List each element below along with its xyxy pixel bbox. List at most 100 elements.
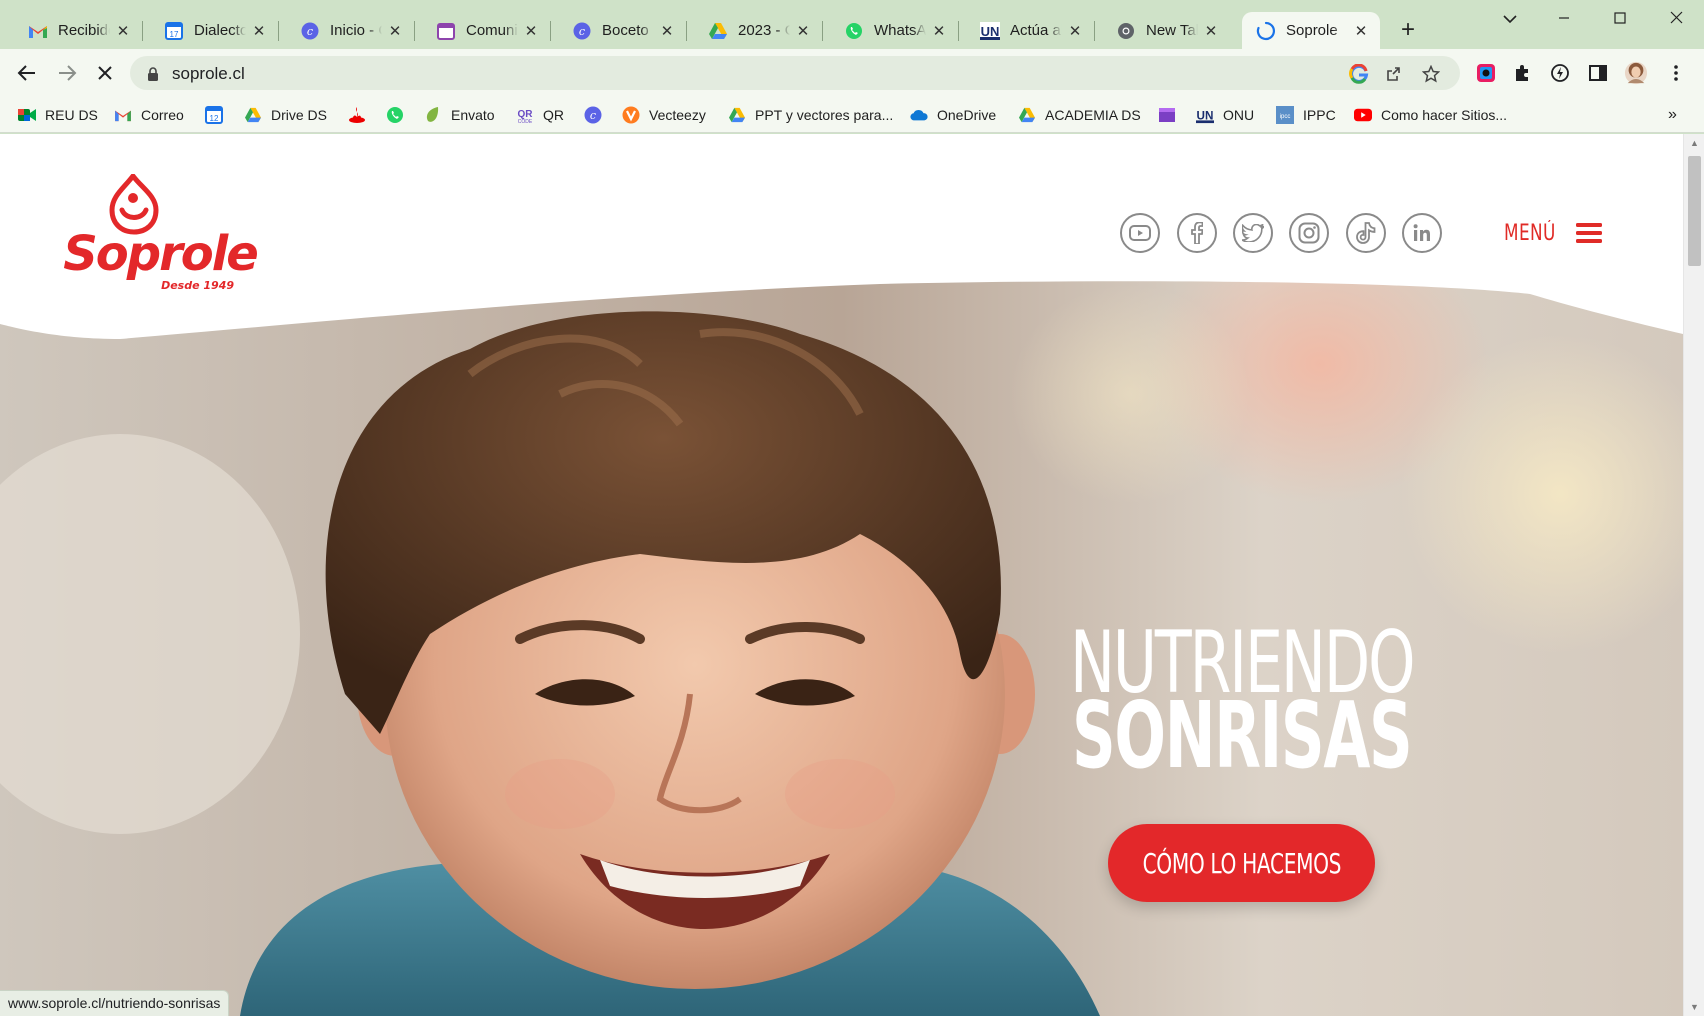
- tab-new-tab[interactable]: New Tab ✕: [1102, 12, 1230, 49]
- maximize-button[interactable]: [1604, 8, 1636, 32]
- bookmark-onu[interactable]: UN ONU: [1196, 104, 1254, 126]
- hamburger-menu-icon: [1576, 223, 1602, 243]
- arrow-right-icon: [59, 65, 77, 81]
- tab-separator: [822, 21, 823, 41]
- bookmark-label: Drive DS: [271, 107, 328, 123]
- close-icon: [1670, 11, 1682, 24]
- bookmark-como-hacer-sitios[interactable]: Como hacer Sitios...: [1354, 104, 1507, 126]
- bookmark-label: PPT y vectores para...: [755, 107, 894, 123]
- clapper-icon: [1158, 106, 1176, 124]
- bookmarks-overflow-button[interactable]: »: [1668, 104, 1677, 126]
- bookmark-clapper[interactable]: [1158, 104, 1185, 126]
- youtube-icon: [1354, 106, 1372, 124]
- logo-tagline: Desde 1949: [161, 279, 234, 292]
- tab-inicio[interactable]: c Inicio - Ca ✕: [286, 12, 415, 49]
- new-tab-button[interactable]: +: [1394, 16, 1422, 44]
- bookmark-vecteezy[interactable]: Vecteezy: [622, 104, 706, 126]
- bookmark-drive-ds[interactable]: Drive DS: [244, 104, 327, 126]
- tab-dialecto[interactable]: 17 Dialecto E ✕: [150, 12, 279, 49]
- tab-separator: [686, 21, 687, 41]
- scroll-down-arrow-icon[interactable]: ▼: [1689, 1002, 1700, 1012]
- close-window-button[interactable]: [1660, 8, 1692, 32]
- bookmark-envato[interactable]: Envato: [424, 104, 495, 126]
- close-icon[interactable]: ✕: [1066, 22, 1084, 40]
- soprole-logo[interactable]: Soprole Desde 1949: [60, 174, 260, 294]
- tab-search-button[interactable]: [1494, 8, 1526, 32]
- bookmark-star-icon[interactable]: [1420, 63, 1442, 85]
- svg-text:CODE: CODE: [518, 119, 533, 124]
- minimize-button[interactable]: [1548, 8, 1580, 32]
- close-icon[interactable]: ✕: [930, 22, 948, 40]
- bookmark-label: QR: [543, 107, 564, 123]
- color-picker-extension-icon[interactable]: [1474, 61, 1498, 85]
- bookmark-reu-ds[interactable]: REU DS: [18, 104, 98, 126]
- avatar[interactable]: [1624, 61, 1648, 85]
- bookmark-onedrive[interactable]: OneDrive: [910, 104, 996, 126]
- address-bar[interactable]: soprole.cl: [130, 56, 1460, 90]
- chevron-down-icon: [1503, 15, 1517, 24]
- tab-2023[interactable]: 2023 - Go ✕: [694, 12, 823, 49]
- tab-boceto[interactable]: c Boceto Fl ✕: [558, 12, 687, 49]
- bookmark-santander[interactable]: [348, 104, 375, 126]
- bookmark-qr[interactable]: QR CODE QR: [516, 104, 565, 126]
- lock-icon[interactable]: [142, 63, 164, 85]
- forward-button[interactable]: [52, 58, 82, 88]
- close-icon[interactable]: ✕: [114, 22, 132, 40]
- close-icon[interactable]: ✕: [658, 22, 676, 40]
- calendar-icon: 17: [164, 21, 184, 41]
- google-drive-icon: [1018, 106, 1036, 124]
- tab-title: WhatsApp: [874, 22, 926, 39]
- ippc-icon: ipcc: [1276, 106, 1294, 124]
- more-vert-icon[interactable]: [1664, 61, 1688, 85]
- scroll-up-arrow-icon[interactable]: ▲: [1689, 138, 1700, 148]
- svg-text:17: 17: [170, 30, 179, 39]
- twitter-icon[interactable]: [1233, 213, 1273, 253]
- tab-soprole[interactable]: Soprole ✕: [1242, 12, 1380, 49]
- close-icon[interactable]: ✕: [250, 22, 268, 40]
- gmail-icon: [28, 21, 48, 41]
- calendar-purple-icon: [436, 21, 456, 41]
- tab-actua[interactable]: UN Actúa aho ✕: [966, 12, 1095, 49]
- bookmark-correo[interactable]: Correo: [114, 104, 184, 126]
- scroll-thumb[interactable]: [1688, 156, 1701, 266]
- close-icon[interactable]: ✕: [1202, 22, 1220, 40]
- share-icon[interactable]: [1384, 63, 1406, 85]
- bookmarks-bar: REU DS Correo 12 Drive DS Envato QR CODE …: [0, 97, 1704, 133]
- bookmark-academia-ds[interactable]: ACADEMIA DS: [1018, 104, 1141, 126]
- youtube-icon[interactable]: [1120, 213, 1160, 253]
- bookmark-ippc[interactable]: ipcc IPPC: [1276, 104, 1336, 126]
- tab-comunica[interactable]: Comunica ✕: [422, 12, 551, 49]
- tab-whatsapp[interactable]: WhatsApp ✕: [830, 12, 959, 49]
- close-icon[interactable]: ✕: [386, 22, 404, 40]
- tab-title: 2023 - Go: [738, 22, 790, 39]
- close-icon[interactable]: ✕: [1352, 22, 1370, 40]
- canva-icon: c: [572, 21, 592, 41]
- hero-title-line-2: SONRISAS: [1072, 682, 1413, 789]
- performance-icon[interactable]: [1548, 61, 1572, 85]
- back-button[interactable]: [12, 58, 42, 88]
- tab-title: Actúa aho: [1010, 22, 1062, 39]
- stop-loading-button[interactable]: [90, 58, 120, 88]
- close-icon[interactable]: ✕: [794, 22, 812, 40]
- linkedin-icon[interactable]: [1402, 213, 1442, 253]
- bookmark-whatsapp[interactable]: [386, 104, 413, 126]
- como-lo-hacemos-button[interactable]: CÓMO LO HACEMOS: [1108, 824, 1375, 902]
- tab-title: Dialecto E: [194, 22, 246, 39]
- menu-button[interactable]: MENÚ: [1504, 216, 1602, 250]
- google-lens-icon[interactable]: [1348, 63, 1370, 85]
- arrow-left-icon: [17, 65, 35, 81]
- bookmark-ppt-vectores[interactable]: PPT y vectores para...: [728, 104, 893, 126]
- extensions-puzzle-icon[interactable]: [1510, 61, 1534, 85]
- instagram-icon[interactable]: [1289, 213, 1329, 253]
- bookmark-label: ACADEMIA DS: [1045, 107, 1141, 123]
- facebook-icon[interactable]: [1177, 213, 1217, 253]
- tab-recibidos[interactable]: Recibidos ✕: [14, 12, 143, 49]
- tiktok-icon[interactable]: [1346, 213, 1386, 253]
- canva-icon: c: [584, 106, 602, 124]
- close-icon[interactable]: ✕: [522, 22, 540, 40]
- bookmark-canva[interactable]: c: [584, 104, 611, 126]
- side-panel-icon[interactable]: [1586, 61, 1610, 85]
- bookmark-calendar[interactable]: 12: [205, 104, 232, 126]
- vertical-scrollbar[interactable]: ▲ ▼: [1683, 134, 1704, 1016]
- envato-icon: [424, 106, 442, 124]
